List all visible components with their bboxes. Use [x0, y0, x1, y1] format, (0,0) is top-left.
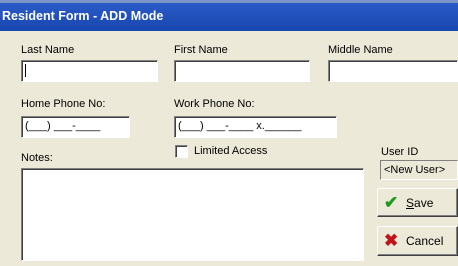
save-mnemonic: S — [406, 195, 415, 210]
user-id-label: User ID — [381, 146, 419, 158]
x-icon: ✖ — [384, 231, 399, 250]
notes-label: Notes: — [21, 152, 53, 164]
middle-name-label: Middle Name — [328, 44, 393, 56]
text-caret — [25, 64, 26, 77]
work-phone-value: (___) ___-____ x.______ — [178, 120, 302, 132]
window-title: Resident Form - ADD Mode — [0, 3, 458, 31]
work-phone-label: Work Phone No: — [174, 98, 255, 110]
limited-access-label: Limited Access — [194, 145, 268, 157]
user-id-value: <New User> — [380, 160, 458, 180]
save-button[interactable]: ✔ Save — [377, 188, 458, 217]
first-name-input[interactable] — [174, 60, 310, 82]
save-button-label: Save — [406, 196, 433, 210]
cancel-button-label: Cancel — [406, 234, 444, 248]
last-name-label: Last Name — [21, 44, 75, 56]
last-name-input[interactable] — [21, 60, 158, 82]
save-label-rest: ave — [414, 195, 434, 210]
home-phone-label: Home Phone No: — [21, 98, 106, 110]
home-phone-input[interactable]: (___) ___-____ — [21, 116, 130, 138]
first-name-label: First Name — [174, 44, 228, 56]
home-phone-value: (___) ___-____ — [25, 120, 101, 132]
checkmark-icon: ✔ — [384, 192, 399, 212]
notes-textarea[interactable] — [21, 168, 364, 261]
cancel-button[interactable]: ✖ Cancel — [377, 226, 458, 256]
work-phone-input[interactable]: (___) ___-____ x.______ — [174, 116, 337, 138]
limited-access-checkbox[interactable] — [175, 145, 188, 158]
middle-name-input[interactable] — [328, 60, 458, 82]
